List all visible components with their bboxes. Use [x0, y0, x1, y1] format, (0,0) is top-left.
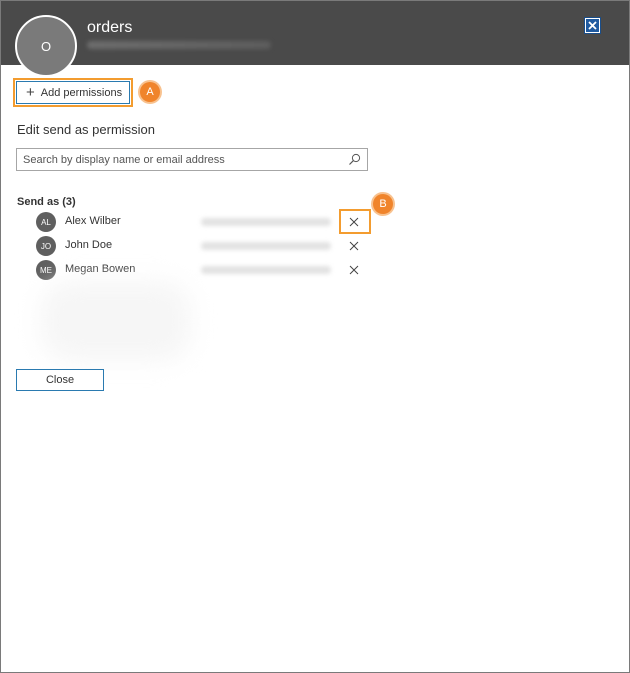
mailbox-email-blurred: [87, 41, 271, 49]
avatar: AL: [36, 212, 56, 232]
user-row: ME Megan Bowen: [36, 260, 366, 280]
close-icon[interactable]: [584, 17, 601, 34]
mailbox-avatar: O: [15, 15, 77, 77]
plus-icon: +: [26, 84, 35, 101]
user-email-blurred: [201, 218, 331, 226]
remove-user-icon[interactable]: [347, 239, 361, 253]
user-name: Megan Bowen: [65, 263, 136, 275]
avatar: JO: [36, 236, 56, 256]
send-as-list-title: Send as (3): [17, 196, 76, 208]
close-button[interactable]: Close: [16, 369, 104, 391]
search-icon[interactable]: [348, 153, 361, 171]
permissions-panel: orders O + Add permissions A Edit send a…: [0, 0, 630, 673]
annotation-badge-b: B: [373, 194, 393, 214]
highlight-remove-user: [339, 209, 371, 234]
user-email-blurred: [201, 242, 331, 250]
panel-header: orders: [1, 1, 629, 65]
section-title: Edit send as permission: [17, 122, 156, 137]
blurred-background: [41, 281, 191, 361]
avatar: ME: [36, 260, 56, 280]
annotation-badge-a: A: [140, 82, 160, 102]
search-box: [16, 148, 368, 171]
user-name: John Doe: [65, 239, 113, 251]
add-permissions-button[interactable]: + Add permissions: [16, 81, 130, 104]
add-permissions-label: Add permissions: [40, 86, 123, 99]
mailbox-title: orders: [87, 19, 133, 36]
user-row: JO John Doe: [36, 236, 366, 256]
remove-user-icon[interactable]: [347, 263, 361, 277]
search-input[interactable]: [23, 153, 333, 166]
user-row: AL Alex Wilber: [36, 212, 366, 232]
user-email-blurred: [201, 266, 331, 274]
user-name: Alex Wilber: [65, 215, 121, 227]
